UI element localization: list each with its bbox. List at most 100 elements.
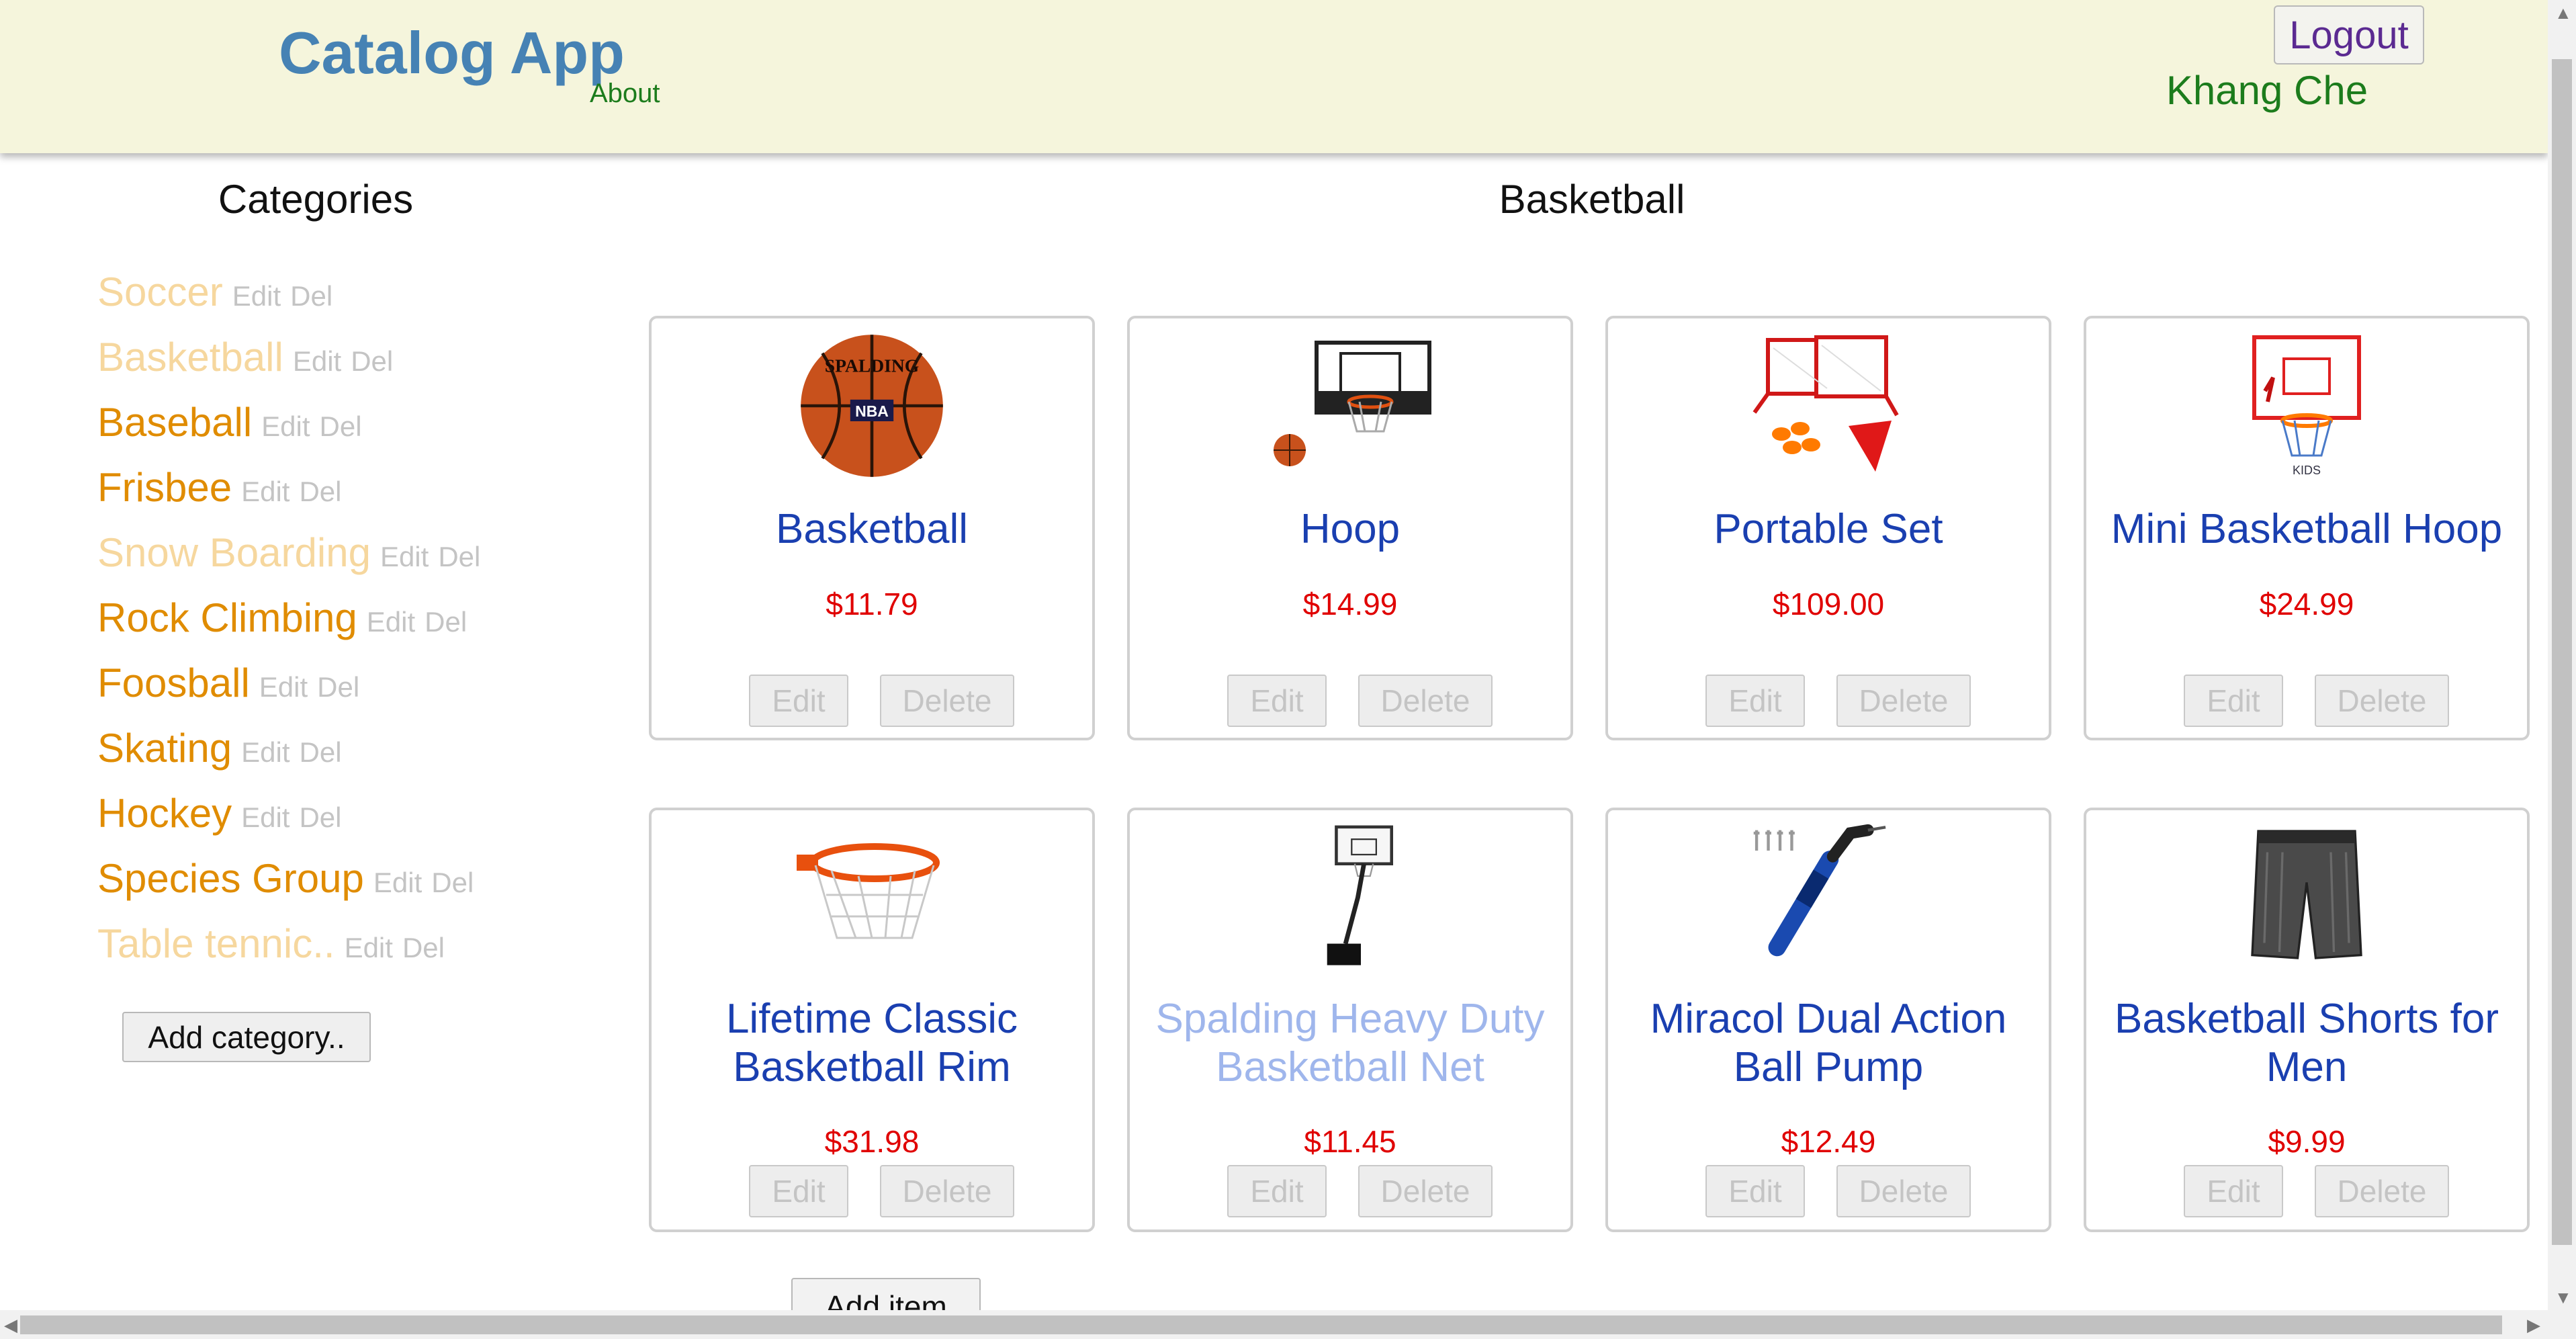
item-price: $24.99 <box>2259 587 2354 621</box>
category-link[interactable]: Baseball <box>97 399 252 445</box>
item-name-link[interactable]: Lifetime Classic Basketball Rim <box>658 995 1085 1092</box>
scroll-down-icon[interactable]: ▼ <box>2555 1289 2572 1306</box>
category-link[interactable]: Soccer <box>97 269 223 315</box>
category-item: Skating Edit Del <box>97 725 480 790</box>
item-card: Basketball Shorts for Men $9.99 Edit Del… <box>2084 808 2530 1232</box>
item-price: $11.45 <box>1304 1124 1396 1159</box>
item-name-link[interactable]: Basketball <box>658 505 1085 554</box>
category-delete-link[interactable]: Del <box>290 280 332 312</box>
item-card: Spalding Heavy Duty Basketball Net $11.4… <box>1127 808 1573 1232</box>
category-delete-link[interactable]: Del <box>431 867 474 899</box>
item-delete-button[interactable]: Delete <box>2315 1165 2449 1217</box>
category-edit-link[interactable]: Edit <box>293 345 341 378</box>
category-edit-link[interactable]: Edit <box>241 736 290 769</box>
scroll-left-icon[interactable]: ◀ <box>4 1316 17 1334</box>
logout-button[interactable]: Logout <box>2274 5 2424 64</box>
item-delete-button[interactable]: Delete <box>2315 675 2449 727</box>
category-link[interactable]: Frisbee <box>97 464 232 511</box>
category-edit-link[interactable]: Edit <box>380 541 429 573</box>
category-link[interactable]: Rock Climbing <box>97 595 357 641</box>
category-edit-link[interactable]: Edit <box>367 606 415 638</box>
category-link[interactable]: Basketball <box>97 334 283 380</box>
rim-image[interactable] <box>652 824 1092 971</box>
item-delete-button[interactable]: Delete <box>880 1165 1014 1217</box>
category-delete-link[interactable]: Del <box>438 541 480 573</box>
item-price: $11.79 <box>826 587 918 621</box>
category-edit-link[interactable]: Edit <box>345 932 393 964</box>
item-card: SPALDING NBA Basketball $11.79 Edit Dele… <box>649 316 1095 740</box>
item-card: Portable Set $109.00 Edit Delete <box>1605 316 2051 740</box>
mini-hoop-image[interactable]: KIDS <box>2086 332 2527 480</box>
category-edit-link[interactable]: Edit <box>232 280 281 312</box>
category-item: Frisbee Edit Del <box>97 464 480 529</box>
item-delete-button[interactable]: Delete <box>1358 1165 1493 1217</box>
app-title[interactable]: Catalog App <box>279 19 625 87</box>
category-edit-link[interactable]: Edit <box>241 802 290 834</box>
category-item: Soccer Edit Del <box>97 269 480 334</box>
item-delete-button[interactable]: Delete <box>880 675 1014 727</box>
category-delete-link[interactable]: Del <box>320 411 362 443</box>
category-delete-link[interactable]: Del <box>299 476 341 508</box>
category-delete-link[interactable]: Del <box>317 671 359 703</box>
item-price: $12.49 <box>1781 1124 1876 1159</box>
item-price: $109.00 <box>1772 587 1885 621</box>
shorts-image[interactable] <box>2086 824 2527 971</box>
item-edit-button[interactable]: Edit <box>1705 1165 1805 1217</box>
category-edit-link[interactable]: Edit <box>241 476 290 508</box>
item-edit-button[interactable]: Edit <box>1227 1165 1327 1217</box>
add-category-button[interactable]: Add category.. <box>122 1012 371 1062</box>
category-item: Species Group Edit Del <box>97 855 480 920</box>
category-edit-link[interactable]: Edit <box>373 867 422 899</box>
item-card: Lifetime Classic Basketball Rim $31.98 E… <box>649 808 1095 1232</box>
item-delete-button[interactable]: Delete <box>1836 1165 1971 1217</box>
item-delete-button[interactable]: Delete <box>1358 675 1493 727</box>
app-header: Catalog App About Logout Khang Che <box>0 0 2548 153</box>
category-delete-link[interactable]: Del <box>300 736 342 769</box>
categories-heading: Categories <box>218 177 414 222</box>
item-price: $9.99 <box>2268 1124 2346 1159</box>
vertical-scroll-thumb[interactable] <box>2552 59 2572 1245</box>
category-delete-link[interactable]: Del <box>425 606 467 638</box>
item-delete-button[interactable]: Delete <box>1836 675 1971 727</box>
category-edit-link[interactable]: Edit <box>259 671 308 703</box>
item-edit-button[interactable]: Edit <box>749 675 848 727</box>
item-name-link[interactable]: Miracol Dual Action Ball Pump <box>1615 995 2042 1092</box>
item-name-link[interactable]: Spalding Heavy Duty Basketball Net <box>1137 995 1564 1092</box>
item-card: Miracol Dual Action Ball Pump $12.49 Edi… <box>1605 808 2051 1232</box>
scroll-right-icon[interactable]: ▶ <box>2527 1316 2540 1334</box>
item-name-link[interactable]: Portable Set <box>1615 505 2042 554</box>
category-link[interactable]: Table tennic.. <box>97 920 335 967</box>
item-edit-button[interactable]: Edit <box>1227 675 1327 727</box>
category-edit-link[interactable]: Edit <box>261 411 310 443</box>
username-label: Khang Che <box>2166 68 2368 113</box>
item-edit-button[interactable]: Edit <box>2184 675 2283 727</box>
item-name-link[interactable]: Mini Basketball Hoop <box>2093 505 2520 554</box>
category-link[interactable]: Skating <box>97 725 232 771</box>
item-name-link[interactable]: Hoop <box>1137 505 1564 554</box>
category-delete-link[interactable]: Del <box>402 932 445 964</box>
ball-pump-image[interactable] <box>1608 824 2049 971</box>
category-item: Snow Boarding Edit Del <box>97 529 480 595</box>
horizontal-scrollbar[interactable]: ◀ ▶ <box>0 1310 2576 1339</box>
scroll-up-icon[interactable]: ▲ <box>2555 4 2572 21</box>
basketball-image[interactable]: SPALDING NBA <box>652 332 1092 480</box>
hoop-image[interactable] <box>1130 332 1570 480</box>
item-name-link[interactable]: Basketball Shorts for Men <box>2093 995 2520 1092</box>
about-link[interactable]: About <box>590 79 660 109</box>
category-link[interactable]: Snow Boarding <box>97 529 371 576</box>
hoop-stand-image[interactable] <box>1130 824 1570 971</box>
horizontal-scroll-thumb[interactable] <box>20 1315 2502 1334</box>
category-list: Soccer Edit Del Basketball Edit Del Base… <box>97 269 480 986</box>
item-edit-button[interactable]: Edit <box>749 1165 848 1217</box>
item-edit-button[interactable]: Edit <box>2184 1165 2283 1217</box>
portable-set-image[interactable] <box>1608 332 2049 480</box>
item-price: $14.99 <box>1302 587 1398 621</box>
category-link[interactable]: Foosball <box>97 660 250 706</box>
svg-text:NBA: NBA <box>855 402 889 420</box>
category-delete-link[interactable]: Del <box>299 802 341 834</box>
category-delete-link[interactable]: Del <box>351 345 393 378</box>
category-link[interactable]: Species Group <box>97 855 364 902</box>
vertical-scrollbar[interactable]: ▲ ▼ <box>2548 0 2576 1310</box>
item-edit-button[interactable]: Edit <box>1705 675 1805 727</box>
category-link[interactable]: Hockey <box>97 790 232 836</box>
